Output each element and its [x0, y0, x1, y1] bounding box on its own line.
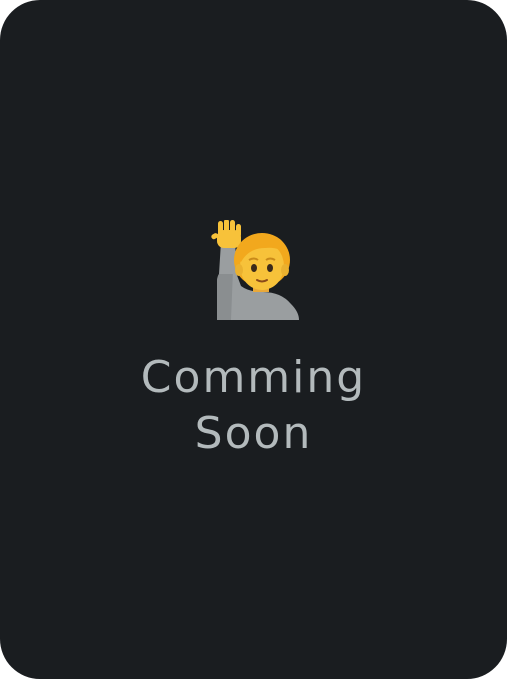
title-line-2: Soon: [194, 408, 313, 459]
title-line-1: Comming: [140, 352, 367, 403]
coming-soon-card: Comming Soon: [0, 0, 507, 679]
coming-soon-title: Comming Soon: [0, 350, 507, 462]
person-raising-hand-icon: [211, 220, 299, 320]
